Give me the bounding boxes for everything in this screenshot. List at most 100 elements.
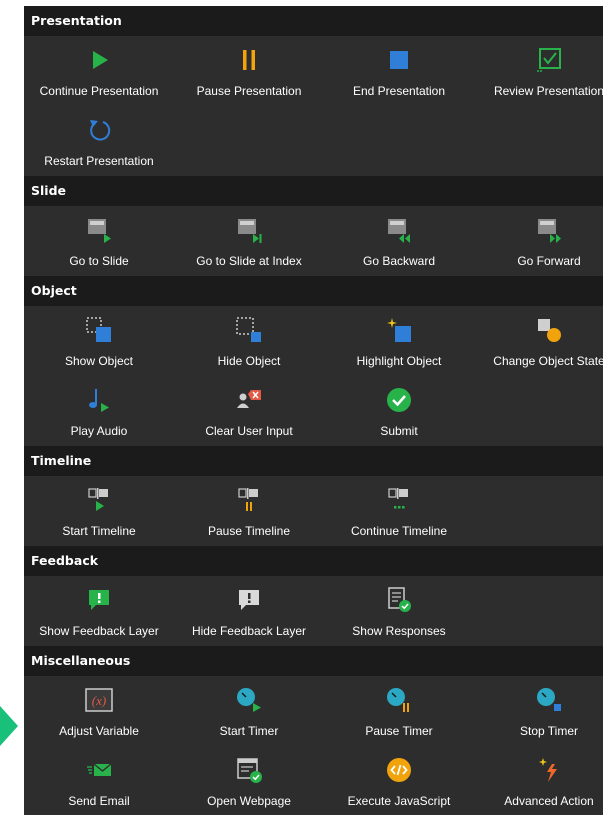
object-state-icon: [535, 316, 563, 344]
item-label: Go to Slide: [69, 254, 129, 268]
responses-icon: [385, 586, 413, 614]
submit-icon: [385, 386, 413, 414]
send-email-button[interactable]: Send Email: [24, 746, 174, 815]
selection-arrow: [0, 706, 18, 746]
item-label: Show Object: [64, 354, 134, 368]
item-label: Clear User Input: [205, 424, 293, 438]
item-label: Pause Timer: [365, 724, 433, 738]
item-label: Pause Presentation: [196, 84, 302, 98]
slide-forward-icon: [535, 216, 563, 244]
item-label: Go Backward: [362, 254, 436, 268]
advanced-action-icon: [535, 756, 563, 784]
item-label: Go to Slide at Index: [196, 254, 302, 268]
item-label: Submit: [380, 424, 418, 438]
section-header: Object: [24, 276, 603, 306]
review-presentation-button[interactable]: Review Presentation: [474, 36, 603, 106]
section-header: Presentation: [24, 6, 603, 36]
restart-presentation-button[interactable]: Restart Presentation: [24, 106, 174, 176]
advanced-action-button[interactable]: Advanced Action: [474, 746, 603, 815]
actions-panel: Presentation Continue Presentation Pause…: [24, 6, 603, 815]
pause-timer-button[interactable]: Pause Timer: [324, 676, 474, 746]
timer-stop-icon: [535, 686, 563, 714]
restart-icon: [85, 116, 113, 144]
slide-index-icon: [235, 216, 263, 244]
item-label: Show Feedback Layer: [39, 624, 159, 638]
timeline-pause-icon: [235, 486, 263, 514]
show-object-button[interactable]: Show Object: [24, 306, 174, 376]
end-presentation-button[interactable]: End Presentation: [324, 36, 474, 106]
hide-object-icon: [235, 316, 263, 344]
item-label: Send Email: [68, 794, 130, 808]
stop-timer-button[interactable]: Stop Timer: [474, 676, 603, 746]
svg-text:(x): (x): [92, 693, 106, 708]
item-label: End Presentation: [352, 84, 446, 98]
item-label: Go Forward: [517, 254, 581, 268]
play-icon: [85, 46, 113, 74]
item-label: Change Object State: [493, 354, 603, 368]
pause-presentation-button[interactable]: Pause Presentation: [174, 36, 324, 106]
highlight-object-icon: [385, 316, 413, 344]
item-label: Hide Object: [217, 354, 281, 368]
start-timer-button[interactable]: Start Timer: [174, 676, 324, 746]
timeline-start-icon: [85, 486, 113, 514]
item-label: Continue Presentation: [39, 84, 159, 98]
highlight-object-button[interactable]: Highlight Object: [324, 306, 474, 376]
play-audio-button[interactable]: Play Audio: [24, 376, 174, 446]
variable-icon: (x): [85, 686, 113, 714]
item-label: Restart Presentation: [44, 154, 154, 168]
item-label: Continue Timeline: [350, 524, 448, 538]
continue-timeline-button[interactable]: Continue Timeline: [324, 476, 474, 546]
item-label: Execute JavaScript: [347, 794, 451, 808]
webpage-icon: [235, 756, 263, 784]
review-icon: [535, 46, 563, 74]
stop-icon: [385, 46, 413, 74]
section-header: Timeline: [24, 446, 603, 476]
hide-object-button[interactable]: Hide Object: [174, 306, 324, 376]
show-feedback-layer-button[interactable]: Show Feedback Layer: [24, 576, 174, 646]
start-timeline-button[interactable]: Start Timeline: [24, 476, 174, 546]
section-timeline: Timeline Start Timeline Pause Timeline C…: [24, 446, 603, 546]
item-label: Pause Timeline: [207, 524, 291, 538]
continue-presentation-button[interactable]: Continue Presentation: [24, 36, 174, 106]
section-header: Feedback: [24, 546, 603, 576]
item-label: Hide Feedback Layer: [191, 624, 307, 638]
section-feedback: Feedback Show Feedback Layer Hide Feedba…: [24, 546, 603, 646]
pause-timeline-button[interactable]: Pause Timeline: [174, 476, 324, 546]
timer-start-icon: [235, 686, 263, 714]
email-icon: [85, 756, 113, 784]
section-slide: Slide Go to Slide Go to Slide at Index G…: [24, 176, 603, 276]
item-label: Review Presentation: [493, 84, 603, 98]
adjust-variable-button[interactable]: (x) Adjust Variable: [24, 676, 174, 746]
section-header: Slide: [24, 176, 603, 206]
section-object: Object Show Object Hide Object Highlight…: [24, 276, 603, 446]
feedback-show-icon: [85, 586, 113, 614]
javascript-icon: [385, 756, 413, 784]
go-to-slide-at-index-button[interactable]: Go to Slide at Index: [174, 206, 324, 276]
execute-javascript-button[interactable]: Execute JavaScript: [324, 746, 474, 815]
hide-feedback-layer-button[interactable]: Hide Feedback Layer: [174, 576, 324, 646]
slide-backward-icon: [385, 216, 413, 244]
clear-user-input-button[interactable]: Clear User Input: [174, 376, 324, 446]
go-to-slide-button[interactable]: Go to Slide: [24, 206, 174, 276]
go-backward-button[interactable]: Go Backward: [324, 206, 474, 276]
item-label: Open Webpage: [207, 794, 291, 808]
item-label: Adjust Variable: [59, 724, 139, 738]
show-object-icon: [85, 316, 113, 344]
item-label: Start Timeline: [62, 524, 136, 538]
change-object-state-button[interactable]: Change Object State: [474, 306, 603, 376]
clear-input-icon: [235, 386, 263, 414]
section-miscellaneous: Miscellaneous (x) Adjust Variable Start …: [24, 646, 603, 815]
item-label: Stop Timer: [519, 724, 579, 738]
timer-pause-icon: [385, 686, 413, 714]
item-label: Highlight Object: [356, 354, 442, 368]
section-presentation: Presentation Continue Presentation Pause…: [24, 6, 603, 176]
timeline-continue-icon: [385, 486, 413, 514]
show-responses-button[interactable]: Show Responses: [324, 576, 474, 646]
go-forward-button[interactable]: Go Forward: [474, 206, 603, 276]
item-label: Show Responses: [352, 624, 446, 638]
feedback-hide-icon: [235, 586, 263, 614]
submit-button[interactable]: Submit: [324, 376, 474, 446]
open-webpage-button[interactable]: Open Webpage: [174, 746, 324, 815]
slide-play-icon: [85, 216, 113, 244]
section-header: Miscellaneous: [24, 646, 603, 676]
